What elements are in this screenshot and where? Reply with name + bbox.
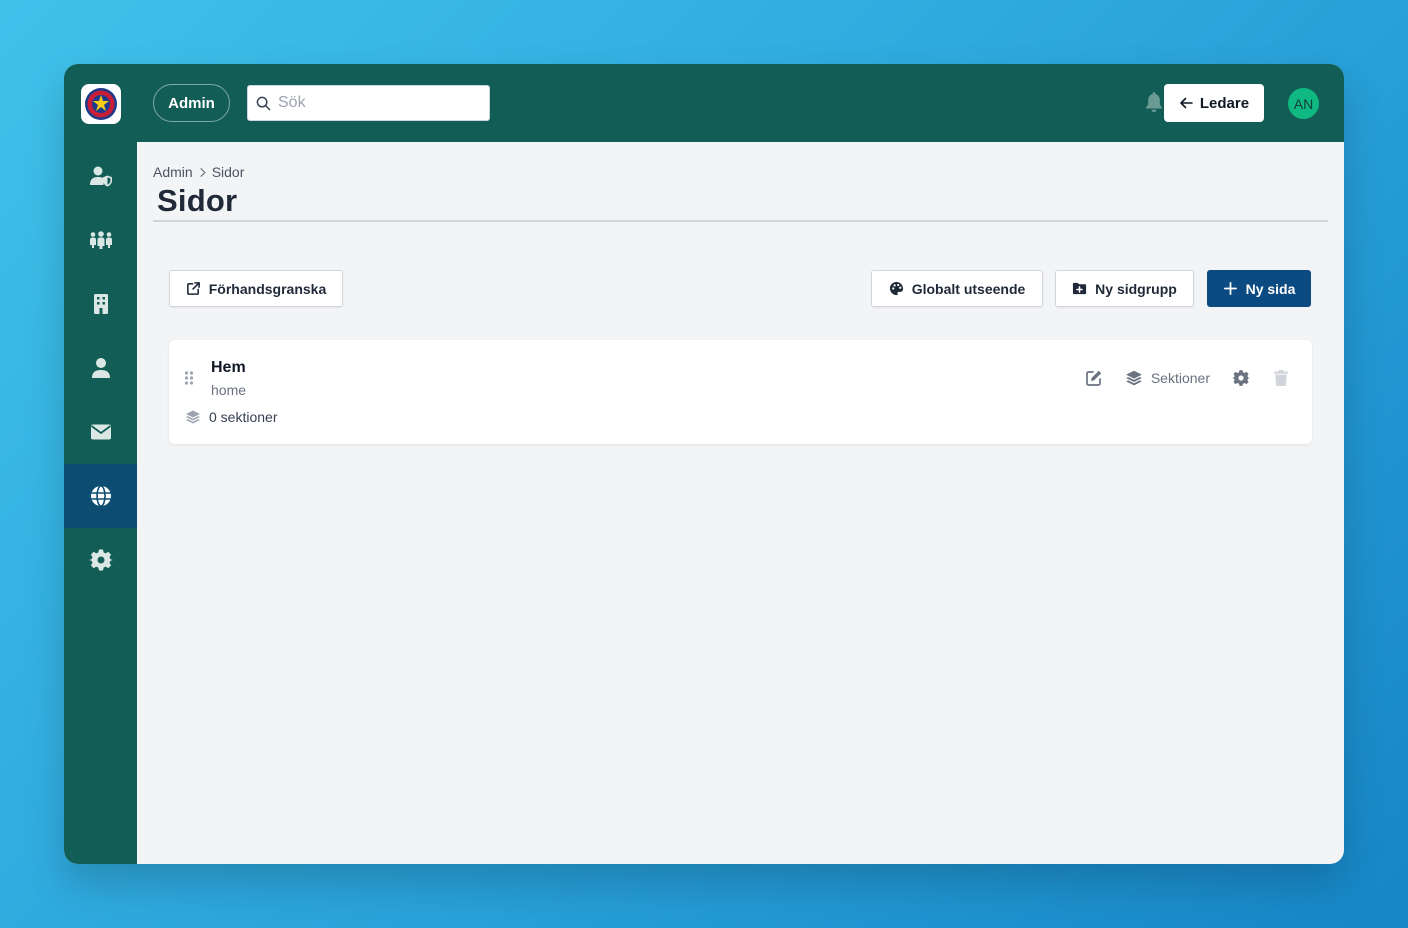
avatar[interactable]: AN [1288, 88, 1319, 119]
preview-button[interactable]: Förhandsgranska [169, 270, 343, 307]
org-logo[interactable] [81, 84, 121, 124]
app-window: Admin Ledare AN Admin Sidor [64, 64, 1344, 864]
search-input[interactable] [276, 93, 480, 113]
global-appearance-label: Globalt utseende [911, 280, 1026, 297]
switch-to-leader-label: Ledare [1199, 94, 1250, 112]
scout-emblem-icon [85, 88, 117, 120]
page-title-text[interactable]: Hem [211, 359, 246, 377]
page-section-count: 0 sektioner [185, 409, 277, 425]
admin-mode-button[interactable]: Admin [153, 84, 230, 122]
building-icon [93, 294, 108, 314]
gear-icon [88, 549, 113, 571]
page-title: Sidor [157, 183, 238, 218]
sections-button-label: Sektioner [1150, 370, 1210, 386]
sections-button[interactable]: Sektioner [1125, 369, 1210, 387]
page-settings-button[interactable] [1232, 369, 1250, 387]
plus-icon [1223, 281, 1237, 296]
preview-label: Förhandsgranska [208, 280, 327, 297]
drag-handle-icon[interactable] [184, 370, 194, 386]
sidebar-item-messages[interactable] [64, 400, 137, 464]
new-page-group-label: Ny sidgrupp [1095, 280, 1177, 297]
gear-icon [1232, 370, 1250, 386]
new-page-label: Ny sida [1245, 280, 1296, 297]
breadcrumb-item-sidor[interactable]: Sidor [212, 164, 245, 180]
switch-to-leader-button[interactable]: Ledare [1164, 84, 1264, 122]
chevron-right-icon [199, 167, 206, 177]
new-page-button[interactable]: Ny sida [1207, 270, 1311, 307]
page-slug: home [211, 382, 247, 398]
sidebar [64, 64, 137, 864]
sidebar-item-user-admin[interactable] [64, 144, 137, 208]
external-link-icon [186, 282, 200, 295]
main-content: Admin Sidor Sidor [137, 142, 1344, 864]
sidebar-item-settings[interactable] [64, 528, 137, 592]
sidebar-item-organization[interactable] [64, 272, 137, 336]
edit-page-button[interactable] [1085, 369, 1103, 387]
top-bar: Admin Ledare AN [137, 64, 1344, 142]
globe-icon [90, 485, 111, 507]
delete-page-button[interactable] [1272, 369, 1290, 387]
title-divider [153, 220, 1328, 222]
trash-icon [1274, 370, 1288, 386]
layers-icon [1125, 370, 1142, 386]
sidebar-item-groups[interactable] [64, 208, 137, 272]
user-icon [91, 358, 110, 378]
page-section-count-label: 0 sektioner [209, 409, 278, 425]
search-box[interactable] [247, 85, 490, 121]
new-page-group-button[interactable]: Ny sidgrupp [1055, 270, 1194, 307]
sidebar-item-members[interactable] [64, 336, 137, 400]
sidebar-item-website[interactable] [64, 464, 137, 528]
bell-icon[interactable] [1144, 91, 1164, 113]
user-shield-icon [89, 166, 112, 187]
search-icon [256, 96, 271, 110]
edit-icon [1085, 370, 1102, 386]
layers-icon [186, 410, 200, 424]
arrow-left-icon [1180, 97, 1193, 109]
page-actions: Sektioner [1085, 366, 1290, 390]
global-appearance-button[interactable]: Globalt utseende [871, 270, 1043, 307]
palette-icon [889, 281, 903, 296]
folder-plus-icon [1073, 282, 1087, 295]
users-group-icon [89, 231, 112, 249]
breadcrumb: Admin Sidor [153, 164, 244, 180]
envelope-icon [90, 424, 111, 440]
page-list-item[interactable]: Hem home 0 sektioner Sektioner [169, 340, 1312, 444]
breadcrumb-item-admin[interactable]: Admin [153, 164, 193, 180]
